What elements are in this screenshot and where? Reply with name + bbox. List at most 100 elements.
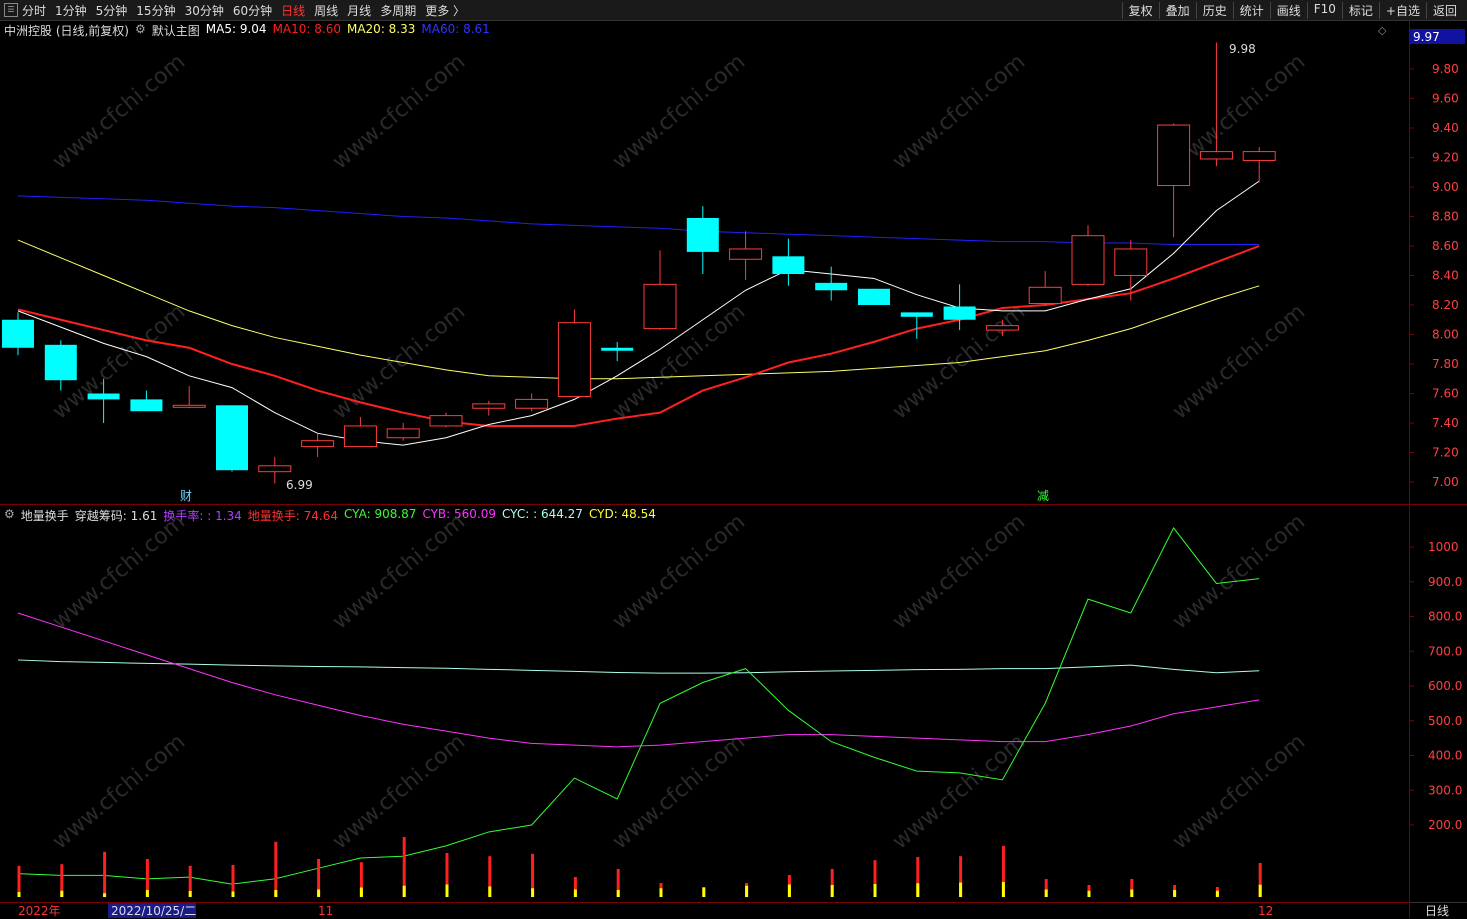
tab-15min[interactable]: 15分钟 [136, 2, 175, 19]
watermark-text: www.cfchi.com [48, 729, 190, 854]
ma60-label: MA60: 8.61 [421, 22, 490, 36]
stats-button[interactable]: 统计 [1232, 2, 1270, 19]
price-tick-label: 7.20 [1432, 446, 1459, 460]
stock-title[interactable]: 中洲控股 (日线,前复权) [4, 22, 129, 38]
gear-icon[interactable]: ⚙ [135, 22, 146, 38]
volume-bar-yellow [488, 886, 492, 897]
volume-bar [787, 875, 791, 897]
volume-bar-yellow [1173, 890, 1177, 897]
watermark-text: www.cfchi.com [1168, 49, 1310, 174]
volume-bar-yellow [231, 891, 235, 897]
tab-5min[interactable]: 5分钟 [96, 2, 128, 19]
volume-bar-yellow [359, 887, 363, 897]
chart-canvas[interactable]: www.cfchi.com www.cfchi.com www.cfchi.com w… [0, 0, 1467, 918]
back-button[interactable]: 返回 [1425, 2, 1463, 19]
volume-bar [1258, 863, 1262, 897]
volume-bar [188, 865, 192, 897]
f10-button[interactable]: F10 [1306, 2, 1342, 19]
price-tick-label: 9.80 [1432, 62, 1459, 76]
cyc-label: CYC: : 644.27 [502, 507, 583, 521]
ma20-line [17, 239, 1260, 380]
volume-bar-yellow [274, 890, 278, 897]
watermark-text: www.cfchi.com [608, 299, 750, 424]
template-label[interactable]: 默认主图 [152, 22, 200, 38]
history-button[interactable]: 历史 [1195, 2, 1233, 19]
tab-daily[interactable]: 日线 [281, 2, 305, 19]
date-label-nov: 11 [318, 904, 333, 918]
volume-bar-yellow [188, 891, 192, 897]
date-label-dec: 12 [1258, 904, 1273, 918]
candle-body [1242, 151, 1276, 161]
volume-bar-yellow [916, 883, 920, 897]
ma60-line [17, 195, 1260, 246]
mark-button[interactable]: 标记 [1341, 2, 1379, 19]
ma20-label: MA20: 8.33 [346, 22, 416, 36]
add-watchlist-button[interactable]: +自选 [1378, 2, 1426, 19]
candle-body [772, 256, 805, 275]
volume-bar [1173, 885, 1177, 897]
watermark-text: www.cfchi.com [888, 49, 1030, 174]
volume-bar [488, 856, 492, 897]
indicator-name[interactable]: 地量换手 [21, 507, 69, 523]
candle-body [1114, 248, 1148, 276]
candle-body [643, 283, 677, 330]
candles [2, 42, 1276, 484]
watermark-text: www.cfchi.com [328, 299, 470, 424]
watermark-text: www.cfchi.com [328, 49, 470, 174]
watermark-text: www.cfchi.com [888, 299, 1030, 424]
indicator-tick-label: 400.0 [1428, 749, 1462, 763]
price-tick-label: 9.20 [1432, 151, 1459, 165]
volume-bar-yellow [531, 888, 535, 897]
indicator-tick-label: 600.0 [1428, 679, 1462, 693]
menu-icon[interactable]: ☰ [4, 3, 18, 17]
volume-bar-yellow [787, 884, 791, 897]
ma5-label: MA5: 9.04 [205, 22, 267, 36]
candle-body [943, 306, 976, 320]
candle-body [87, 393, 120, 400]
tab-weekly[interactable]: 周线 [314, 2, 338, 19]
draw-button[interactable]: 画线 [1269, 2, 1307, 19]
volume-bar-yellow [317, 889, 321, 897]
candle-body [515, 398, 549, 409]
price-axis: 9.80 9.60 9.40 9.20 9.00 8.80 8.60 8.40 8.20 8.00… [1409, 62, 1459, 489]
fuquan-button[interactable]: 复权 [1121, 2, 1159, 19]
cyd-label: CYD: 48.54 [588, 507, 656, 521]
turnover-label: 换手率: : 1.34 [163, 509, 242, 523]
volume-bar-yellow [145, 890, 149, 897]
bottom-period-tab[interactable]: 日线 [1425, 902, 1449, 919]
price-tick-label: 7.60 [1432, 387, 1459, 401]
volume-bar [1215, 887, 1219, 897]
volume-bar [830, 869, 834, 897]
overlay-button[interactable]: 叠加 [1158, 2, 1196, 19]
price-tick-label: 8.00 [1432, 328, 1459, 342]
tab-fenshi[interactable]: 分时 [22, 2, 46, 19]
volume-bar-yellow [1215, 890, 1219, 897]
candle-body [601, 347, 634, 351]
watermark-layer: www.cfchi.com www.cfchi.com www.cfchi.com w… [48, 49, 1310, 854]
volume-bar [103, 851, 107, 897]
indicator-tick-label: 900.0 [1428, 575, 1462, 589]
tab-1min[interactable]: 1分钟 [55, 2, 87, 19]
main-chart-header: 中洲控股 (日线,前复权) ⚙ 默认主图 MA5: 9.04 MA10: 8.6… [4, 22, 490, 38]
volume-bar-yellow [445, 884, 449, 897]
tab-30min[interactable]: 30分钟 [185, 2, 224, 19]
candle-body [815, 282, 848, 291]
tab-60min[interactable]: 60分钟 [233, 2, 272, 19]
volume-bar-yellow [402, 885, 406, 897]
tab-more[interactable]: 更多 〉 [425, 2, 465, 19]
cyb-label: CYB: 560.09 [422, 507, 497, 521]
tab-multi-period[interactable]: 多周期 [380, 2, 416, 19]
period-tabs: 分时 1分钟 5分钟 15分钟 30分钟 60分钟 日线 周线 月线 多周期 更… [22, 2, 465, 19]
watermark-text: www.cfchi.com [328, 729, 470, 854]
volume-bar [659, 883, 663, 897]
indicator-header: ⚙ 地量换手 穿越筹码: 1.61 换手率: : 1.34 地量换手: 74.6… [4, 507, 656, 523]
volume-bar [531, 853, 535, 897]
gear-icon[interactable]: ⚙ [4, 507, 15, 523]
candle-body [1199, 151, 1233, 160]
watermark-text: www.cfchi.com [608, 49, 750, 174]
diamond-icon[interactable]: ◇ [1378, 24, 1387, 37]
candle-body [858, 288, 890, 305]
tab-monthly[interactable]: 月线 [347, 2, 371, 19]
candle-body [985, 325, 1019, 331]
date-cursor-box [108, 903, 196, 918]
